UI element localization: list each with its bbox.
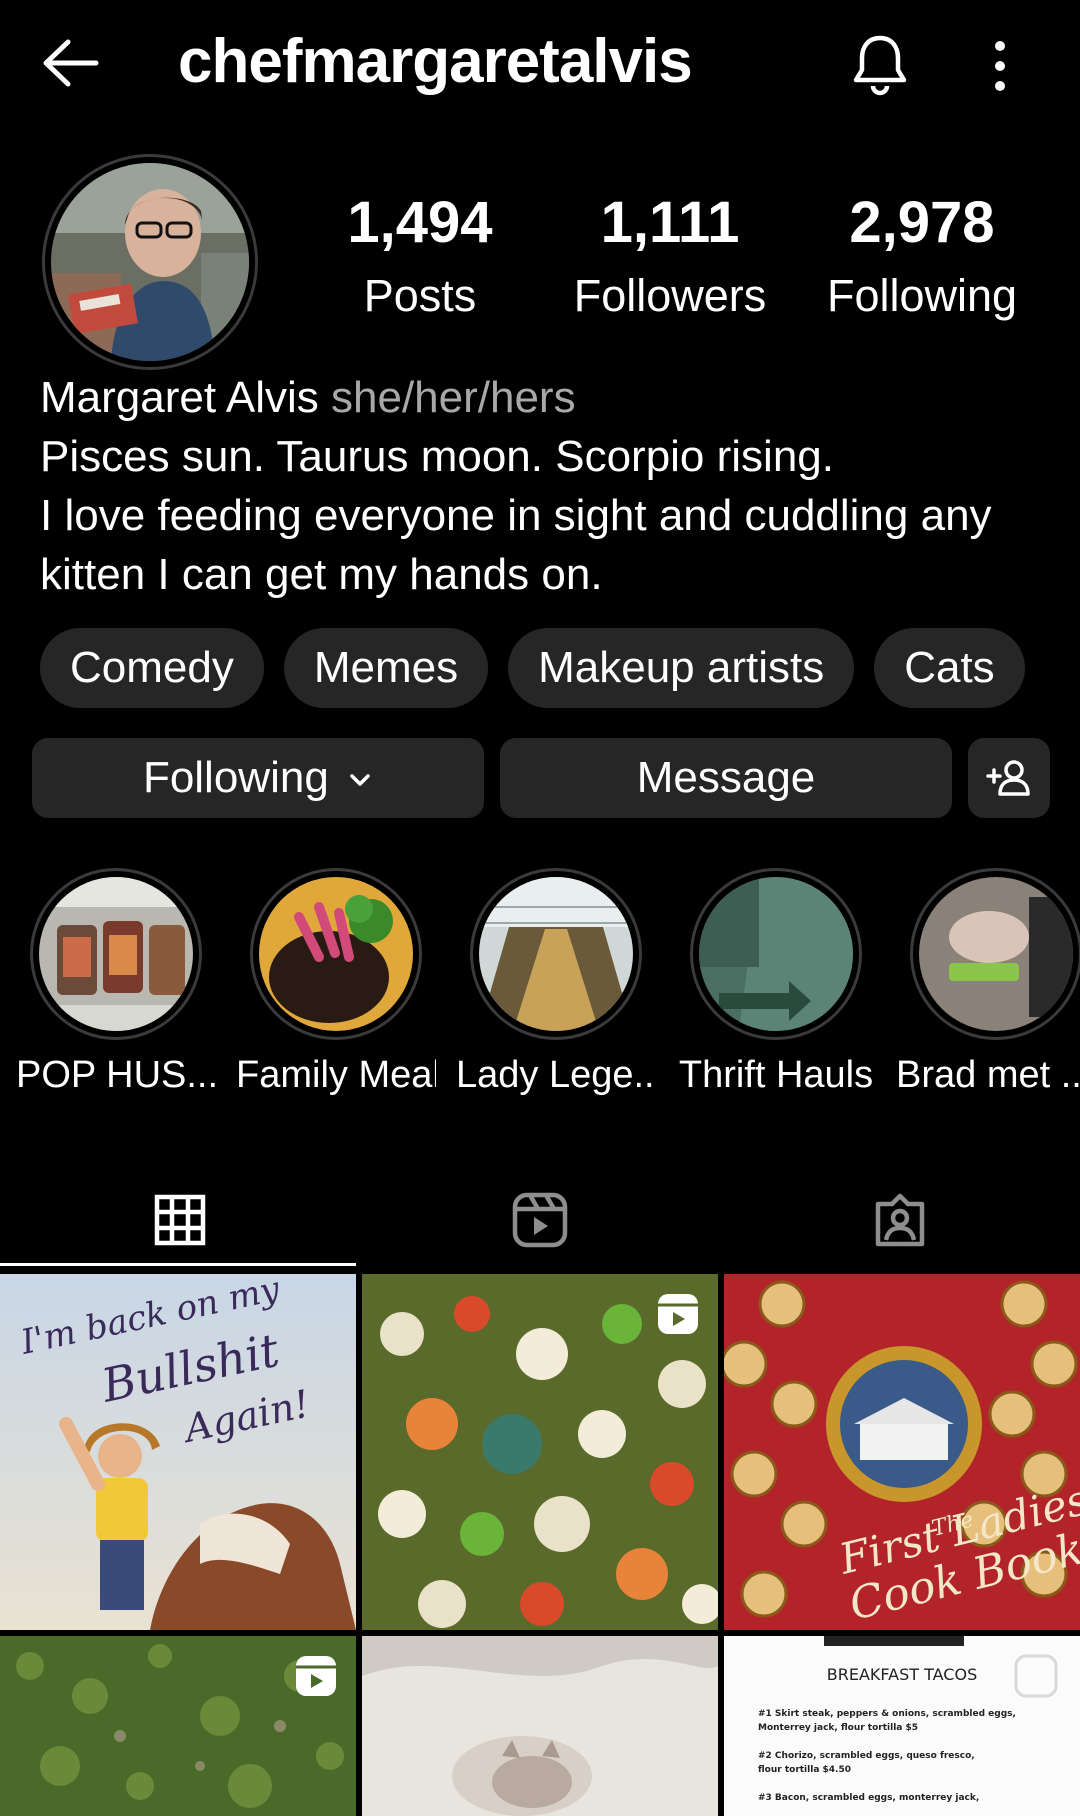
back-button[interactable] xyxy=(38,30,104,96)
tagged-icon xyxy=(875,1193,925,1247)
reel-badge-icon xyxy=(296,1656,336,1696)
bio-text-line-2: I love feeding everyone in sight and cud… xyxy=(40,491,992,540)
highlight-brad-met[interactable]: Brad met ... xyxy=(896,868,1080,1100)
highlight-label: POP HUS... xyxy=(16,1054,216,1096)
grid-icon xyxy=(154,1194,206,1246)
highlight-pop-hus[interactable]: POP HUS... xyxy=(16,868,216,1100)
avatar xyxy=(51,163,249,361)
bio-text-line-3: kitten I can get my hands on. xyxy=(40,550,603,599)
posts-label: Posts xyxy=(363,270,477,321)
highlight-cover xyxy=(259,877,413,1031)
highlight-thrift-hauls[interactable]: Thrift Hauls xyxy=(676,868,876,1100)
following-count: 2,978 xyxy=(849,190,995,255)
following-button[interactable]: Following xyxy=(32,738,484,818)
chip-memes[interactable]: Memes xyxy=(283,628,489,708)
message-button-label: Message xyxy=(636,753,816,802)
pronouns: she/her/hers xyxy=(331,373,576,422)
tab-tagged[interactable] xyxy=(720,1170,1080,1270)
reel-badge-icon xyxy=(658,1294,698,1334)
display-name: Margaret Alvis xyxy=(40,373,319,422)
more-options-button[interactable] xyxy=(972,36,1028,96)
active-tab-indicator xyxy=(0,1263,356,1266)
highlight-label: Lady Lege... xyxy=(456,1054,656,1096)
post-thumbnail-3[interactable]: The First Ladies Cook Book xyxy=(724,1274,1080,1630)
post-6-item1a: #1 Skirt steak, peppers & onions, scramb… xyxy=(758,1709,1016,1719)
reels-icon xyxy=(512,1192,568,1248)
stat-posts[interactable]: 1,494 Posts xyxy=(310,188,530,334)
chevron-down-icon xyxy=(350,774,370,787)
post-thumbnail-2[interactable] xyxy=(362,1274,718,1630)
post-6-title: BREAKFAST TACOS xyxy=(827,1665,977,1684)
followers-label: Followers xyxy=(573,270,767,321)
highlight-lady-legends[interactable]: Lady Lege... xyxy=(456,868,656,1100)
more-vertical-icon xyxy=(995,41,1005,91)
tab-reels[interactable] xyxy=(360,1170,720,1270)
following-button-label: Following xyxy=(142,753,329,802)
highlight-label: Thrift Hauls xyxy=(678,1054,874,1096)
followers-count: 1,111 xyxy=(600,190,740,255)
suggested-people-button[interactable] xyxy=(968,738,1050,818)
highlight-cover xyxy=(919,877,1073,1031)
posts-count: 1,494 xyxy=(347,190,493,255)
profile-username: chefmargaretalvis xyxy=(178,27,693,96)
highlight-label: Brad met ... xyxy=(896,1054,1080,1096)
post-6-item1b: Monterrey jack, flour tortilla $5 xyxy=(758,1723,918,1733)
interest-chips: Comedy Memes Makeup artists Cats xyxy=(40,628,1025,708)
highlight-cover xyxy=(479,877,633,1031)
post-thumbnail-6[interactable]: BREAKFAST TACOS #1 Skirt steak, peppers … xyxy=(724,1636,1080,1816)
highlight-label: Family Meal xyxy=(236,1054,436,1096)
following-label: Following xyxy=(826,270,1018,321)
back-arrow-icon xyxy=(43,39,99,87)
chip-makeup-artists[interactable]: Makeup artists xyxy=(508,628,855,708)
post-thumbnail-5[interactable] xyxy=(362,1636,718,1816)
post-thumbnail-4[interactable] xyxy=(0,1636,356,1816)
add-person-icon xyxy=(986,760,1030,796)
highlight-cover xyxy=(39,877,193,1031)
bio-name-line: Margaret Alvis she/her/hers xyxy=(40,368,1040,427)
stat-followers[interactable]: 1,111 Followers xyxy=(560,188,780,334)
bio-text-line-1: Pisces sun. Taurus moon. Scorpio rising. xyxy=(40,432,834,481)
post-thumbnail-1[interactable]: I'm back on my Bullshit Again! xyxy=(0,1274,356,1630)
profile-avatar-ring[interactable] xyxy=(42,154,258,370)
chip-comedy[interactable]: Comedy xyxy=(40,628,264,708)
message-button[interactable]: Message xyxy=(500,738,952,818)
stat-following[interactable]: 2,978 Following xyxy=(812,188,1032,334)
post-6-item3a: #3 Bacon, scrambled eggs, monterrey jack… xyxy=(758,1793,979,1803)
post-6-item2a: #2 Chorizo, scrambled eggs, queso fresco… xyxy=(758,1751,975,1761)
post-6-item2b: flour tortilla $4.50 xyxy=(758,1765,851,1775)
profile-bio: Margaret Alvis she/her/hers Pisces sun. … xyxy=(40,368,1040,604)
notifications-button[interactable] xyxy=(846,30,914,98)
tab-posts-grid[interactable] xyxy=(0,1170,360,1270)
highlight-family-meal[interactable]: Family Meal xyxy=(236,868,436,1100)
highlight-cover xyxy=(699,877,853,1031)
bell-icon xyxy=(853,35,907,96)
chip-cats[interactable]: Cats xyxy=(874,628,1025,708)
